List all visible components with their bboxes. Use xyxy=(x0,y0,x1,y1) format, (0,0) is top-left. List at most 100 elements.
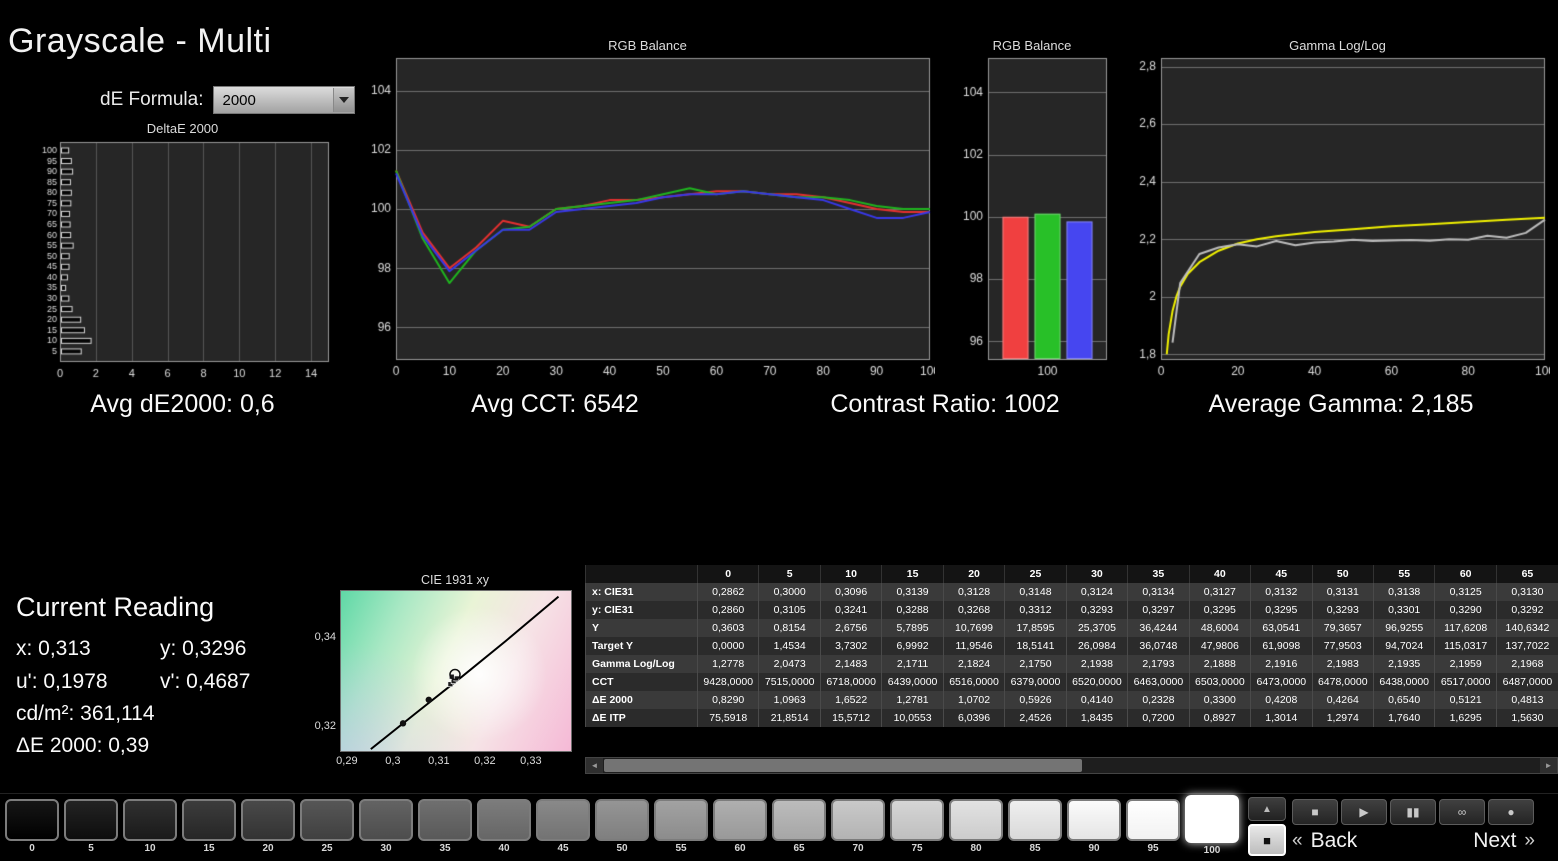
table-cell: 47,9806 xyxy=(1188,637,1251,655)
table-row-header: ΔE 2000 xyxy=(585,691,698,709)
table-cell: 140,6342 xyxy=(1495,619,1558,637)
table-row-header: y: CIE31 xyxy=(585,601,698,619)
table-cell: 0,3132 xyxy=(1250,583,1313,601)
next-button[interactable]: Next » xyxy=(1473,829,1535,853)
average-gamma-stat: Average Gamma: 2,185 xyxy=(1208,390,1474,418)
level-swatch[interactable] xyxy=(359,799,413,841)
level-button-label: 15 xyxy=(203,843,215,854)
level-button-30[interactable]: 30 xyxy=(359,799,413,856)
level-swatch[interactable] xyxy=(654,799,708,841)
de-formula-label: dE Formula: xyxy=(100,89,204,110)
level-swatch[interactable] xyxy=(5,799,59,841)
level-swatch[interactable] xyxy=(890,799,944,841)
table-cell: 25,3705 xyxy=(1065,619,1128,637)
table-cell: 36,4244 xyxy=(1127,619,1190,637)
level-swatch[interactable] xyxy=(772,799,826,841)
level-swatch[interactable] xyxy=(536,799,590,841)
level-button-90[interactable]: 90 xyxy=(1067,799,1121,856)
level-button-85[interactable]: 85 xyxy=(1008,799,1062,856)
level-swatch[interactable] xyxy=(949,799,1003,841)
scroll-right-icon[interactable]: ► xyxy=(1540,758,1557,773)
table-col-header: 65 xyxy=(1495,565,1558,583)
level-swatch[interactable] xyxy=(477,799,531,841)
level-button-60[interactable]: 60 xyxy=(713,799,767,856)
table-row: ΔE 2000 0,8290 1,0963 1,6522 1,2781 1,0702 0,5… xyxy=(585,691,1558,709)
level-button-10[interactable]: 10 xyxy=(123,799,177,856)
level-button-75[interactable]: 75 xyxy=(890,799,944,856)
stop-icon[interactable]: ■ xyxy=(1292,799,1338,825)
level-swatch[interactable] xyxy=(64,799,118,841)
rgb-balance-line-chart xyxy=(360,50,935,386)
level-button-80[interactable]: 80 xyxy=(949,799,1003,856)
level-swatch[interactable] xyxy=(1185,795,1239,843)
level-button-65[interactable]: 65 xyxy=(772,799,826,856)
level-button-label: 85 xyxy=(1029,843,1041,854)
level-swatch[interactable] xyxy=(1008,799,1062,841)
level-button-50[interactable]: 50 xyxy=(595,799,649,856)
table-cell: 6379,0000 xyxy=(1004,673,1067,691)
level-swatch[interactable] xyxy=(595,799,649,841)
up-button[interactable]: ▲ xyxy=(1248,797,1286,821)
level-button-15[interactable]: 15 xyxy=(182,799,236,856)
table-cell: 0,3603 xyxy=(696,619,759,637)
level-swatch[interactable] xyxy=(1126,799,1180,841)
level-button-35[interactable]: 35 xyxy=(418,799,472,856)
cie-x-tick: 0,32 xyxy=(474,755,496,767)
table-row-header: Y xyxy=(585,619,698,637)
level-button-label: 80 xyxy=(970,843,982,854)
level-swatch[interactable] xyxy=(713,799,767,841)
table-cell: 96,9255 xyxy=(1372,619,1435,637)
de-formula-row: dE Formula: 2000 xyxy=(100,86,356,114)
table-cell: 0,3268 xyxy=(942,601,1005,619)
table-cell: 1,8435 xyxy=(1065,709,1128,727)
level-swatch[interactable] xyxy=(418,799,472,841)
level-button-5[interactable]: 5 xyxy=(64,799,118,856)
level-swatch[interactable] xyxy=(182,799,236,841)
level-button-label: 100 xyxy=(1203,845,1221,856)
table-col-header: 30 xyxy=(1065,565,1128,583)
level-swatch[interactable] xyxy=(300,799,354,841)
level-button-label: 65 xyxy=(793,843,805,854)
table-cell: 0,3288 xyxy=(881,601,944,619)
table-cell: 2,1888 xyxy=(1188,655,1251,673)
level-button-0[interactable]: 0 xyxy=(5,799,59,856)
table-cell: 1,6295 xyxy=(1434,709,1497,727)
level-swatch[interactable] xyxy=(1067,799,1121,841)
scroll-left-icon[interactable]: ◄ xyxy=(586,758,603,773)
table-cell: 1,5630 xyxy=(1495,709,1558,727)
pause-icon[interactable]: ▮▮ xyxy=(1390,799,1436,825)
level-button-45[interactable]: 45 xyxy=(536,799,590,856)
level-swatch[interactable] xyxy=(123,799,177,841)
play-icon[interactable]: ▶ xyxy=(1341,799,1387,825)
level-button-95[interactable]: 95 xyxy=(1126,799,1180,856)
table-cell: 6516,0000 xyxy=(942,673,1005,691)
level-swatch[interactable] xyxy=(831,799,885,841)
level-button-40[interactable]: 40 xyxy=(477,799,531,856)
level-swatch[interactable] xyxy=(241,799,295,841)
de-formula-dropdown[interactable]: 2000 xyxy=(213,86,356,114)
level-button-55[interactable]: 55 xyxy=(654,799,708,856)
table-cell: 6503,0000 xyxy=(1188,673,1251,691)
loop-icon[interactable]: ∞ xyxy=(1439,799,1485,825)
back-button[interactable]: « Back xyxy=(1292,829,1357,853)
table-cell: 61,9098 xyxy=(1250,637,1313,655)
page-title: Grayscale - Multi xyxy=(8,22,272,60)
table-cell: 1,2778 xyxy=(696,655,759,673)
frame-button[interactable]: ■ xyxy=(1248,824,1286,856)
double-chevron-right-icon: » xyxy=(1524,830,1535,851)
table-cell: 2,0473 xyxy=(758,655,821,673)
table-cell: 0,3105 xyxy=(758,601,821,619)
record-icon[interactable]: ● xyxy=(1488,799,1534,825)
level-button-70[interactable]: 70 xyxy=(831,799,885,856)
table-col-header: 5 xyxy=(758,565,821,583)
table-cell: 0,3124 xyxy=(1065,583,1128,601)
table-horizontal-scrollbar[interactable]: ◄ ► xyxy=(585,757,1558,774)
level-button-100[interactable]: 100 xyxy=(1185,795,1239,856)
table-cell: 10,0553 xyxy=(881,709,944,727)
level-button-20[interactable]: 20 xyxy=(241,799,295,856)
level-button-label: 30 xyxy=(380,843,392,854)
level-button-25[interactable]: 25 xyxy=(300,799,354,856)
table-col-header: 40 xyxy=(1188,565,1251,583)
scrollbar-thumb[interactable] xyxy=(604,759,1082,772)
level-button-label: 70 xyxy=(852,843,864,854)
